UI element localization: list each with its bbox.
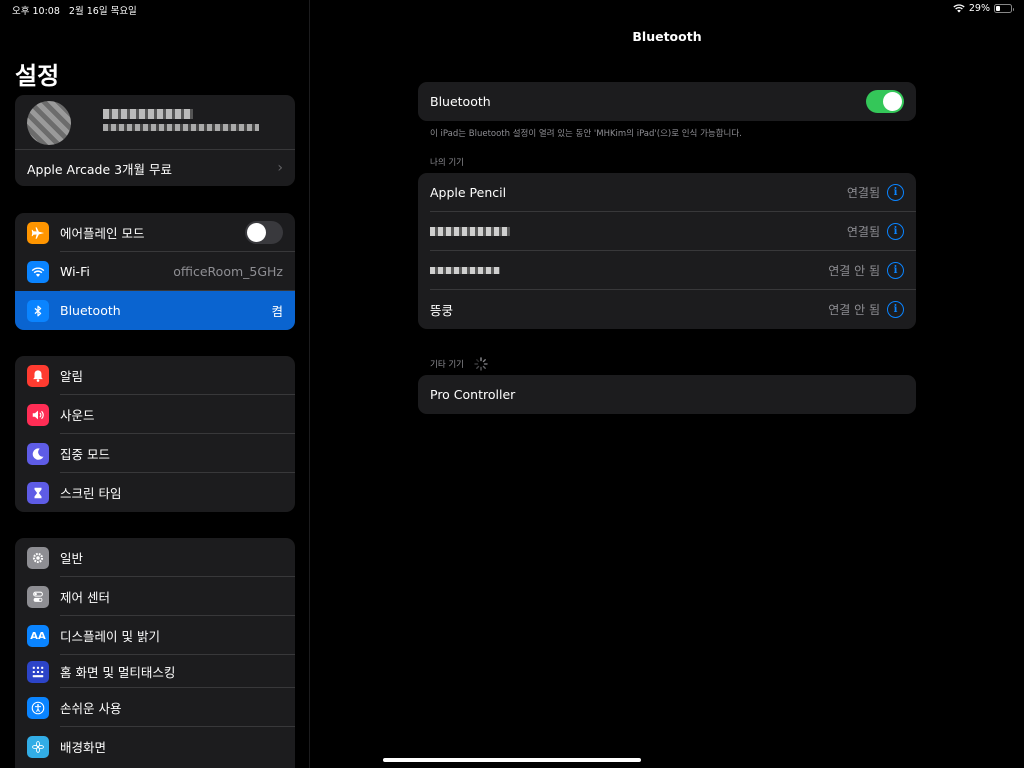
sidebar-item-label: 디스플레이 및 밝기 [60,629,160,644]
redacted-account [103,124,259,131]
sidebar-item-label: 홈 화면 및 멀티태스킹 [60,665,176,680]
sidebar-item-focus[interactable]: 집중 모드 [15,434,295,473]
apple-arcade-offer[interactable]: Apple Arcade 3개월 무료 › [15,149,295,186]
bluetooth-toggle-group: Bluetooth [418,82,916,121]
searching-spinner-icon [474,357,488,371]
avatar [27,101,71,145]
airplane-mode-toggle[interactable] [245,221,283,244]
switches-icon [27,586,49,608]
sidebar-item-label: 사운드 [60,408,95,423]
status-date: 2월 16일 목요일 [68,6,137,17]
home-indicator[interactable] [383,758,641,762]
sidebar-title: 설정 [15,62,60,90]
sidebar-item-label: 제어 센터 [60,590,110,605]
redacted-device-name [430,227,510,236]
sidebar-item-notifications[interactable]: 알림 [15,356,295,395]
sidebar-item-bluetooth[interactable]: Bluetooth 켬 [15,291,295,330]
sidebar-item-label: Wi-Fi [60,264,90,279]
other-devices-header: 기타 기기 [430,360,464,370]
wifi-icon [27,261,49,283]
sidebar-item-airplane-mode[interactable]: 에어플레인 모드 [15,213,295,252]
status-time: 오후 10:08 [12,6,60,17]
connectivity-group: 에어플레인 모드 Wi-Fi officeRoom_5GHz Bluetooth… [15,213,295,330]
sidebar-item-label: 스크린 타임 [60,486,122,501]
chevron-right-icon: › [277,160,283,176]
device-row[interactable]: 뜽쿵 연결 안 됨 i [418,290,916,329]
profile-row[interactable] [15,95,295,149]
sidebar-item-control-center[interactable]: 제어 센터 [15,577,295,616]
flower-icon [27,736,49,758]
device-status: 연결됨 [846,186,880,200]
bluetooth-toggle[interactable] [866,90,904,113]
sidebar-item-label: 배경화면 [60,740,107,755]
sidebar-item-general[interactable]: 일반 [15,538,295,577]
speaker-icon [27,404,49,426]
device-row[interactable]: Apple Pencil 연결됨 i [418,173,916,212]
wifi-network-value: officeRoom_5GHz [173,264,283,279]
bell-icon [27,365,49,387]
redacted-device-name [430,267,500,274]
bluetooth-row: Bluetooth [418,82,916,121]
sidebar-item-label: 집중 모드 [60,447,110,462]
device-status: 연결 안 됨 [828,303,880,317]
sidebar-item-label: 일반 [60,551,84,566]
sidebar-item-wallpaper[interactable]: 배경화면 [15,727,295,766]
sidebar-item-label: 에어플레인 모드 [60,226,145,241]
sidebar-item-wifi[interactable]: Wi-Fi officeRoom_5GHz [15,252,295,291]
page-title: Bluetooth [632,29,702,44]
redacted-name [103,109,193,119]
info-icon[interactable]: i [887,301,904,318]
device-row[interactable]: Pro Controller [418,375,916,414]
battery-icon [994,4,1014,13]
sidebar-item-label: 알림 [60,369,84,384]
text-size-icon: AA [27,625,49,647]
other-devices-list: Pro Controller [418,375,916,414]
sidebar-item-home-screen[interactable]: 홈 화면 및 멀티태스킹 [15,655,295,688]
bluetooth-state-value: 켬 [271,304,283,319]
account-group: Apple Arcade 3개월 무료 › [15,95,295,186]
status-bar: 오후 10:08 2월 16일 목요일 29% [0,0,1024,18]
sidebar-item-label: 손쉬운 사용 [60,701,122,716]
settings-sidebar: 설정 Apple Arcade 3개월 무료 › 에어플레인 모드 Wi-Fi … [0,0,310,768]
hourglass-icon [27,482,49,504]
my-devices-list: Apple Pencil 연결됨 i 연결됨 i 연결 안 됨 i 뜽쿵 연결 … [418,173,916,329]
sidebar-item-accessibility[interactable]: 손쉬운 사용 [15,688,295,727]
discoverable-note: 이 iPad는 Bluetooth 설정이 열려 있는 동안 'MHKim의 i… [430,129,742,139]
info-icon[interactable]: i [887,262,904,279]
sidebar-item-label: Bluetooth [60,303,121,318]
notifications-group: 알림 사운드 집중 모드 스크린 타임 [15,356,295,512]
info-icon[interactable]: i [887,184,904,201]
info-icon[interactable]: i [887,223,904,240]
device-name: 뜽쿵 [430,303,454,318]
apple-arcade-label: Apple Arcade 3개월 무료 [27,161,173,177]
device-row[interactable]: 연결 안 됨 i [418,251,916,290]
wifi-status-icon [953,4,965,13]
my-devices-header: 나의 기기 [430,158,464,168]
accessibility-icon [27,697,49,719]
device-status: 연결 안 됨 [828,264,880,278]
airplane-icon [27,222,49,244]
device-status: 연결됨 [846,225,880,239]
device-name: Pro Controller [430,387,516,402]
device-name: Apple Pencil [430,185,507,200]
battery-percent: 29% [968,3,990,14]
bluetooth-icon [27,300,49,322]
bluetooth-row-label: Bluetooth [430,94,491,109]
grid-icon [27,661,49,683]
sidebar-item-screen-time[interactable]: 스크린 타임 [15,473,295,512]
moon-icon [27,443,49,465]
general-group: 일반 제어 센터 AA 디스플레이 및 밝기 홈 화면 및 멀티태스킹 손쉬운 … [15,538,295,768]
gear-icon [27,547,49,569]
device-row[interactable]: 연결됨 i [418,212,916,251]
sidebar-item-sounds[interactable]: 사운드 [15,395,295,434]
sidebar-item-display-brightness[interactable]: AA 디스플레이 및 밝기 [15,616,295,655]
